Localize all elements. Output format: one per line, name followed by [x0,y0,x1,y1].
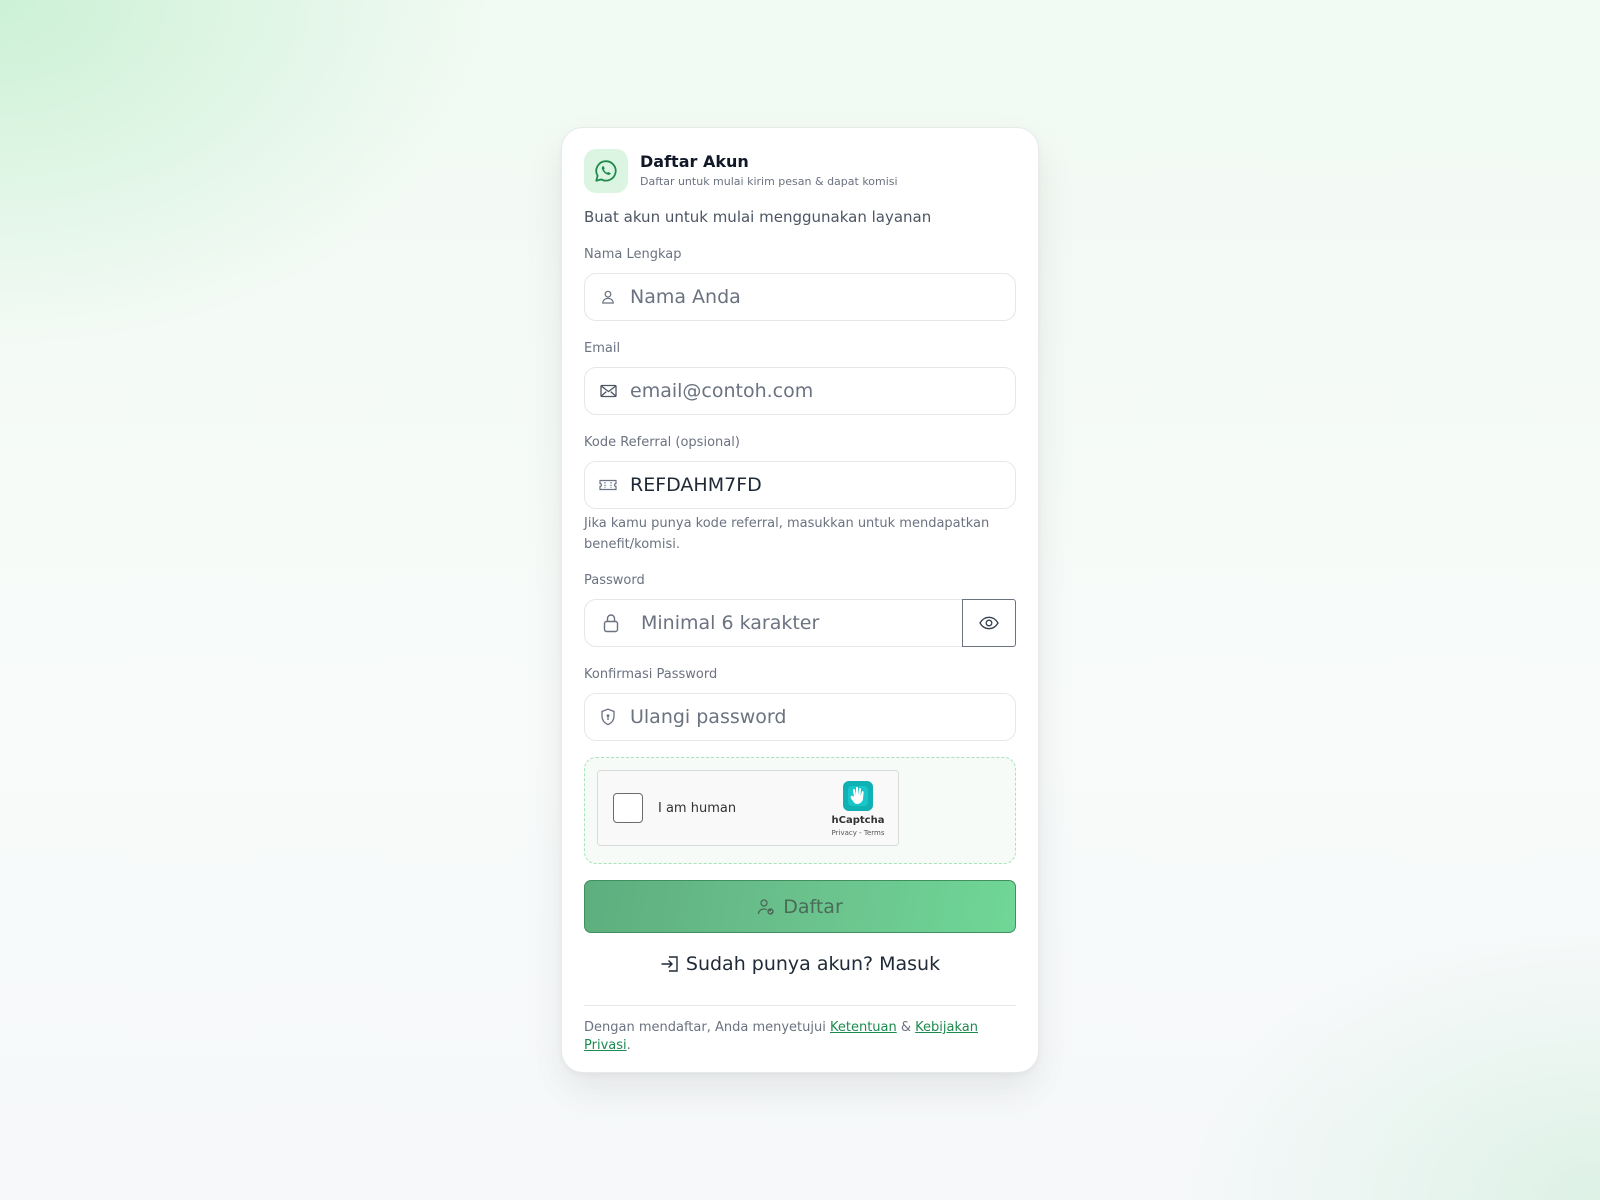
captcha-container: I am human hCaptcha Privacy - Terms [584,757,1016,864]
shield-icon [599,708,617,726]
terms-text: Dengan mendaftar, Anda menyetujui Ketent… [584,1019,1016,1055]
confirm-label: Konfirmasi Password [584,667,718,682]
login-link-label: Sudah punya akun? Masuk [685,953,941,975]
register-button-label: Daftar [783,895,843,918]
terms-joiner: & [896,1020,916,1035]
eye-icon [979,616,999,630]
email-field[interactable] [584,367,1016,415]
lock-icon [603,613,619,633]
terms-prefix: Dengan mendaftar, Anda menyetujui [584,1020,830,1035]
register-button[interactable]: Daftar [584,880,1016,933]
referral-field[interactable] [584,461,1016,509]
hcaptcha-links[interactable]: Privacy - Terms [832,829,885,837]
name-input[interactable] [630,274,1015,320]
mail-icon [599,382,617,400]
referral-hint: Jika kamu punya kode referral, masukkan … [584,516,990,552]
referral-group: Kode Referral (opsional) Jika kamu punya… [584,435,1016,555]
login-icon [660,955,680,973]
page-subtitle: Daftar untuk mulai kirim pesan & dapat k… [640,175,898,188]
hcaptcha-brand: hCaptcha Privacy - Terms [828,779,888,837]
password-field[interactable] [584,599,962,647]
confirm-group: Konfirmasi Password [584,667,1016,741]
divider [584,1005,1016,1006]
name-field[interactable] [584,273,1016,321]
card-header: Daftar Akun Daftar untuk mulai kirim pes… [584,149,1016,193]
user-check-icon [757,898,775,916]
hcaptcha-widget: I am human hCaptcha Privacy - Terms [597,770,899,846]
toggle-password-button[interactable] [962,599,1016,647]
confirm-input[interactable] [630,694,1015,740]
email-input[interactable] [630,368,1015,414]
login-link[interactable]: Sudah punya akun? Masuk [584,951,1016,977]
terms-link[interactable]: Ketentuan [830,1020,897,1035]
confirm-field[interactable] [584,693,1016,741]
captcha-checkbox[interactable] [613,793,643,823]
password-label: Password [584,573,645,588]
intro-text: Buat akun untuk mulai menggunakan layana… [584,208,932,226]
email-group: Email [584,341,1016,415]
password-group: Password [584,573,1016,647]
page-title: Daftar Akun [640,152,749,171]
referral-input[interactable] [630,462,1015,508]
password-input[interactable] [641,600,962,646]
email-label: Email [584,341,621,356]
captcha-label: I am human [658,800,737,816]
register-card: Daftar Akun Daftar untuk mulai kirim pes… [561,127,1039,1073]
referral-label: Kode Referral (opsional) [584,435,740,450]
name-label: Nama Lengkap [584,247,682,262]
hcaptcha-name: hCaptcha [831,815,885,826]
name-group: Nama Lengkap [584,247,1016,321]
user-icon [599,288,617,306]
terms-suffix: . [626,1038,631,1053]
ticket-icon [599,476,617,494]
hcaptcha-logo-icon [841,779,875,813]
whatsapp-icon [584,149,628,193]
